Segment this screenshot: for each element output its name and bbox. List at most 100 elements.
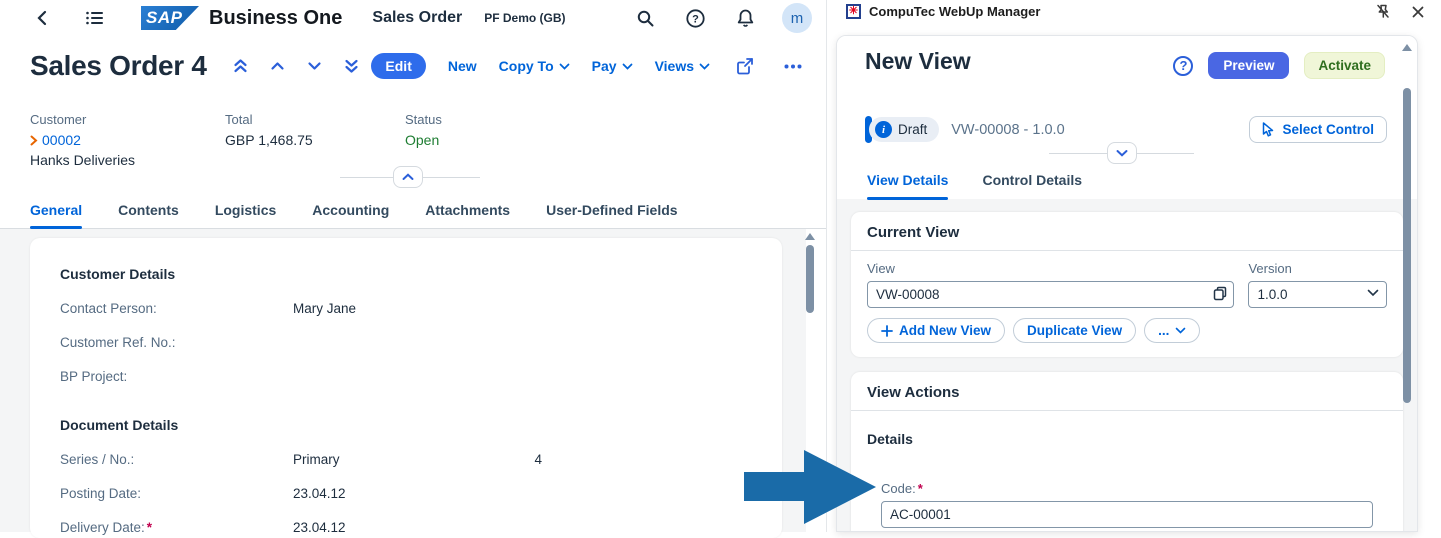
contact-person-row: Contact Person: Mary Jane [60,301,752,316]
chevron-down-icon [699,63,710,70]
preview-button[interactable]: Preview [1208,52,1290,79]
topbar-page-title: Sales Order [372,9,463,26]
duplicate-view-button[interactable]: Duplicate View [1013,318,1137,343]
tab-accounting[interactable]: Accounting [312,196,389,228]
tab-user-defined-fields[interactable]: User-Defined Fields [546,196,677,228]
more-view-actions-dropdown[interactable]: ... [1144,318,1201,343]
status-value: Open [405,132,440,148]
copy-to-dropdown[interactable]: Copy To [499,58,570,74]
tab-view-details[interactable]: View Details [867,164,949,200]
close-icon[interactable] [1411,3,1425,20]
product-logo-text: Business One [209,6,343,29]
copy-icon[interactable] [1213,286,1227,301]
sales-order-tabs: General Contents Logistics Accounting At… [0,196,826,229]
scroll-up-icon[interactable] [805,233,815,240]
webup-manager-titlebar: ✳ CompuTec WebUp Manager [836,0,1441,23]
more-actions-icon[interactable] [780,60,806,73]
add-new-view-label: Add New View [899,323,992,338]
sap-logo-text: SAP [146,8,183,27]
chevron-down-icon [622,63,632,70]
menu-list-icon[interactable] [82,7,107,29]
help-icon[interactable]: ? [682,5,709,32]
version-field-label: Version [1248,261,1292,276]
pay-label: Pay [591,58,617,74]
customer-label: Customer [30,112,87,127]
edit-button[interactable]: Edit [371,53,426,79]
copy-to-label: Copy To [498,58,554,74]
required-asterisk: * [146,520,153,535]
chevron-right-icon [30,135,38,145]
code-field-label: Code: * [881,481,923,496]
record-navigation [229,54,363,78]
bp-project-label: BP Project: [60,369,128,384]
share-icon[interactable] [732,53,758,79]
current-view-card: Current View View Version [851,212,1403,357]
header-summary: Customer 00002 Hanks Deliveries Total GB… [30,112,442,168]
view-id-version: VW-00008 - 1.0.0 [951,121,1065,138]
topbar-company: PF Demo (GB) [484,11,566,25]
views-dropdown[interactable]: Views [655,58,710,74]
status-badge: i Draft [869,117,940,142]
panel-scrollbar-thumb[interactable] [1403,88,1411,403]
activate-button[interactable]: Activate [1304,52,1385,79]
cursor-icon [1263,122,1274,137]
tab-attachments[interactable]: Attachments [425,196,510,228]
sap-logo: SAP [141,6,199,30]
svg-text:?: ? [692,13,699,25]
details-subheading: Details [867,431,913,447]
series-no-label: Series / No.: [60,452,135,467]
notifications-bell-icon[interactable] [733,5,758,31]
posting-date-row: Posting Date: 23.04.12 [60,486,752,501]
contact-person-label: Contact Person: [60,301,157,316]
contact-person-value: Mary Jane [293,301,357,316]
total-value: GBP 1,468.75 [225,132,313,148]
view-details-content: Current View View Version [837,164,1417,531]
view-input[interactable] [867,281,1235,308]
version-select[interactable] [1248,281,1387,308]
page-title: Sales Order 4 [30,50,207,81]
shell-topbar: SAP Business One Sales Order PF Demo (GB… [0,0,826,36]
bp-project-row: BP Project: [60,369,752,384]
tab-logistics[interactable]: Logistics [215,196,276,228]
collapse-header-icon[interactable] [393,166,423,188]
status-badge-label: Draft [898,122,928,137]
view-actions-card: View Actions Details Code:* Name:* [851,372,1403,531]
customer-ref-row: Customer Ref. No.: [60,335,752,350]
next-record-icon[interactable] [303,57,326,75]
pay-dropdown[interactable]: Pay [592,58,633,74]
tab-contents[interactable]: Contents [118,196,179,228]
customer-name: Hanks Deliveries [30,152,136,168]
delivery-date-row: Delivery Date: * 23.04.12 [60,520,752,535]
sales-order-page: SAP Business One Sales Order PF Demo (GB… [0,0,827,538]
panel-title: New View [865,48,971,74]
customer-number-link[interactable]: 00002 [42,132,81,148]
new-button[interactable]: New [448,58,477,74]
tab-control-details[interactable]: Control Details [982,164,1082,199]
view-actions-title: View Actions [851,372,1403,411]
add-new-view-button[interactable]: Add New View [867,318,1006,343]
left-scrollbar-thumb[interactable] [806,245,814,313]
select-control-button[interactable]: Select Control [1249,116,1387,143]
previous-record-icon[interactable] [266,57,289,75]
tab-general[interactable]: General [30,196,83,229]
panel-help-icon[interactable]: ? [1173,55,1194,76]
code-input[interactable] [881,501,1373,528]
computec-logo-icon: ✳ [846,4,861,19]
avatar[interactable]: m [782,3,812,33]
collapse-panel-header-icon[interactable] [1107,142,1137,164]
last-record-icon[interactable] [340,54,363,78]
customer-details-title: Customer Details [60,266,176,282]
scroll-up-icon[interactable] [1402,44,1412,51]
back-icon[interactable] [32,6,52,30]
customer-ref-label: Customer Ref. No.: [60,335,176,350]
window-title: CompuTec WebUp Manager [869,4,1041,19]
webup-manager-panel: New View ? Preview Activate i Draft VW-0… [836,35,1418,532]
search-icon[interactable] [633,6,658,31]
current-view-title: Current View [851,212,1403,251]
unpin-icon[interactable] [1375,3,1391,20]
details-card: Customer Details Contact Person: Mary Ja… [30,238,782,538]
select-control-label: Select Control [1282,122,1374,137]
first-record-icon[interactable] [229,54,252,78]
general-tab-content: Customer Details Contact Person: Mary Ja… [0,229,815,538]
document-details-title: Document Details [60,417,179,433]
